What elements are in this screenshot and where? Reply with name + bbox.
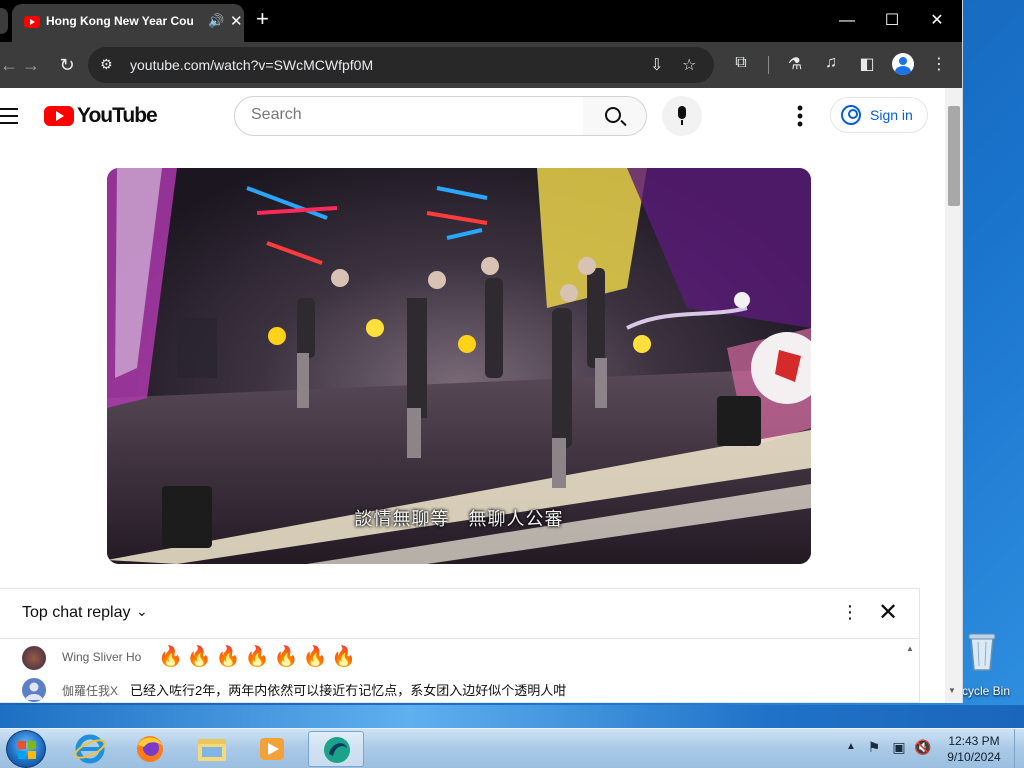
clock-date: 9/10/2024 bbox=[947, 750, 1001, 764]
recycle-bin-icon bbox=[968, 633, 996, 671]
taskbar-app-media-player[interactable] bbox=[244, 731, 300, 767]
tab-close-icon[interactable]: ✕ bbox=[230, 12, 243, 30]
close-window-button[interactable]: ✕ bbox=[917, 6, 957, 36]
video-subtitle: 談情無聊等 無聊人公審 bbox=[354, 509, 564, 529]
browser-toolbar: ← → ↻ ⚙ youtube.com/watch?v=SWcMCWfpf0M … bbox=[0, 42, 962, 88]
install-app-icon[interactable]: ⇩ bbox=[650, 55, 663, 75]
youtube-logo-icon[interactable] bbox=[44, 106, 74, 126]
search-input[interactable] bbox=[251, 106, 571, 124]
file-explorer-icon bbox=[198, 739, 226, 761]
account-icon bbox=[841, 105, 861, 125]
chat-message: 伽羅任我X 已经入咗行2年，两年内依然可以接近冇记忆点，系女团入边好似个透明人咁 bbox=[22, 678, 902, 702]
scroll-down-arrow-icon[interactable]: ▼ bbox=[948, 686, 956, 695]
chat-mode-selector[interactable]: Top chat replay bbox=[22, 604, 131, 622]
title-bar: Hong Kong New Year Cou 🔊 ✕ + — ☐ ✕ bbox=[0, 0, 962, 42]
chat-text: 🔥🔥🔥🔥🔥🔥🔥 bbox=[158, 646, 361, 668]
live-chat-panel: Top chat replay ⌄ ⋮ ✕ Wing Sliver Ho 🔥🔥🔥… bbox=[0, 588, 920, 703]
new-tab-button[interactable]: + bbox=[256, 8, 269, 30]
avatar[interactable] bbox=[22, 646, 46, 670]
toolbar-separator bbox=[768, 56, 769, 74]
system-clock[interactable]: 12:43 PM 9/10/2024 bbox=[936, 733, 1012, 765]
sign-in-button[interactable]: Sign in bbox=[830, 97, 928, 133]
recycle-bin-label: cycle Bin bbox=[962, 684, 1011, 698]
labs-flask-icon[interactable]: ⚗ bbox=[784, 54, 806, 74]
clock-time: 12:43 PM bbox=[948, 734, 1000, 748]
reload-icon[interactable]: ↻ bbox=[54, 52, 80, 78]
chat-message: Wing Sliver Ho 🔥🔥🔥🔥🔥🔥🔥 bbox=[22, 646, 902, 670]
browser-window: Hong Kong New Year Cou 🔊 ✕ + — ☐ ✕ ← → ↻… bbox=[0, 0, 963, 703]
chat-more-icon[interactable]: ⋮ bbox=[840, 602, 860, 623]
page-scrollbar[interactable] bbox=[945, 88, 962, 703]
media-control-icon[interactable]: ♫ bbox=[820, 54, 842, 72]
chat-scroll-up-icon[interactable]: ▲ bbox=[906, 644, 914, 653]
media-player-icon bbox=[260, 738, 284, 760]
microphone-icon bbox=[678, 106, 686, 119]
taskbar-app-firefox[interactable] bbox=[122, 731, 178, 767]
chat-header: Top chat replay ⌄ ⋮ ✕ bbox=[0, 589, 920, 639]
desktop-light-streak bbox=[0, 705, 1024, 728]
settings-more-icon[interactable]: • • • bbox=[790, 99, 810, 133]
active-app-icon bbox=[324, 737, 350, 763]
forward-arrow-icon[interactable]: → bbox=[18, 52, 44, 78]
chat-author[interactable]: Wing Sliver Ho bbox=[62, 650, 141, 664]
minimize-button[interactable]: — bbox=[827, 6, 867, 36]
chevron-down-icon[interactable]: ⌄ bbox=[136, 603, 148, 620]
recycle-bin[interactable]: cycle Bin bbox=[962, 630, 1024, 700]
chat-author[interactable]: 伽羅任我X bbox=[62, 682, 118, 699]
firefox-icon bbox=[137, 736, 163, 762]
profile-avatar-icon[interactable] bbox=[892, 53, 914, 75]
action-center-flag-icon[interactable]: ⚑ bbox=[865, 739, 883, 757]
extensions-icon[interactable]: ⧉ bbox=[730, 54, 752, 72]
taskbar-app-internet-explorer[interactable] bbox=[62, 731, 118, 767]
tab-active[interactable]: Hong Kong New Year Cou 🔊 ✕ bbox=[12, 4, 244, 42]
previous-tab-edge[interactable] bbox=[0, 8, 8, 34]
search-icon bbox=[605, 107, 621, 123]
chrome-menu-icon[interactable]: ⋮ bbox=[928, 54, 950, 74]
video-player[interactable]: 談情無聊等 無聊人公審 bbox=[107, 168, 811, 564]
default-user-icon bbox=[25, 682, 43, 700]
search-box[interactable] bbox=[234, 96, 584, 136]
network-icon[interactable]: ▣ bbox=[890, 739, 908, 757]
url-text[interactable]: youtube.com/watch?v=SWcMCWfpf0M bbox=[130, 57, 373, 73]
chat-close-icon[interactable]: ✕ bbox=[878, 601, 898, 625]
youtube-page: YouTube ••• Sign in bbox=[0, 88, 945, 703]
side-panel-icon[interactable]: ◧ bbox=[856, 54, 878, 74]
avatar[interactable] bbox=[22, 678, 46, 702]
chat-text: 已经入咗行2年，两年内依然可以接近冇记忆点，系女团入边好似个透明人咁 bbox=[130, 683, 567, 698]
youtube-favicon-icon bbox=[24, 16, 40, 28]
bookmark-star-icon[interactable]: ☆ bbox=[682, 55, 696, 75]
search-button[interactable] bbox=[583, 96, 647, 136]
show-hidden-icons-icon[interactable]: ▲ bbox=[846, 741, 856, 752]
taskbar: ▲ ⚑ ▣ 🔇 12:43 PM 9/10/2024 bbox=[0, 728, 1024, 768]
taskbar-app-active[interactable] bbox=[308, 731, 364, 767]
internet-explorer-icon bbox=[74, 734, 106, 764]
sign-in-label: Sign in bbox=[870, 107, 913, 123]
start-button[interactable] bbox=[6, 730, 46, 768]
speaker-icon[interactable]: 🔊 bbox=[208, 13, 224, 29]
youtube-wordmark[interactable]: YouTube bbox=[77, 104, 158, 128]
taskbar-app-file-explorer[interactable] bbox=[184, 731, 240, 767]
scrollbar-thumb[interactable] bbox=[948, 106, 960, 206]
maximize-button[interactable]: ☐ bbox=[872, 6, 912, 36]
address-bar[interactable]: ⚙ youtube.com/watch?v=SWcMCWfpf0M ⇩ ☆ bbox=[88, 47, 714, 83]
volume-muted-icon[interactable]: 🔇 bbox=[914, 739, 932, 757]
site-info-icon[interactable]: ⚙ bbox=[100, 56, 113, 73]
hamburger-menu-icon[interactable] bbox=[0, 108, 18, 129]
windows-logo-icon bbox=[18, 741, 36, 759]
show-desktop-button[interactable] bbox=[1014, 729, 1024, 768]
tab-title: Hong Kong New Year Cou bbox=[46, 14, 194, 28]
voice-search-button[interactable] bbox=[662, 96, 702, 136]
